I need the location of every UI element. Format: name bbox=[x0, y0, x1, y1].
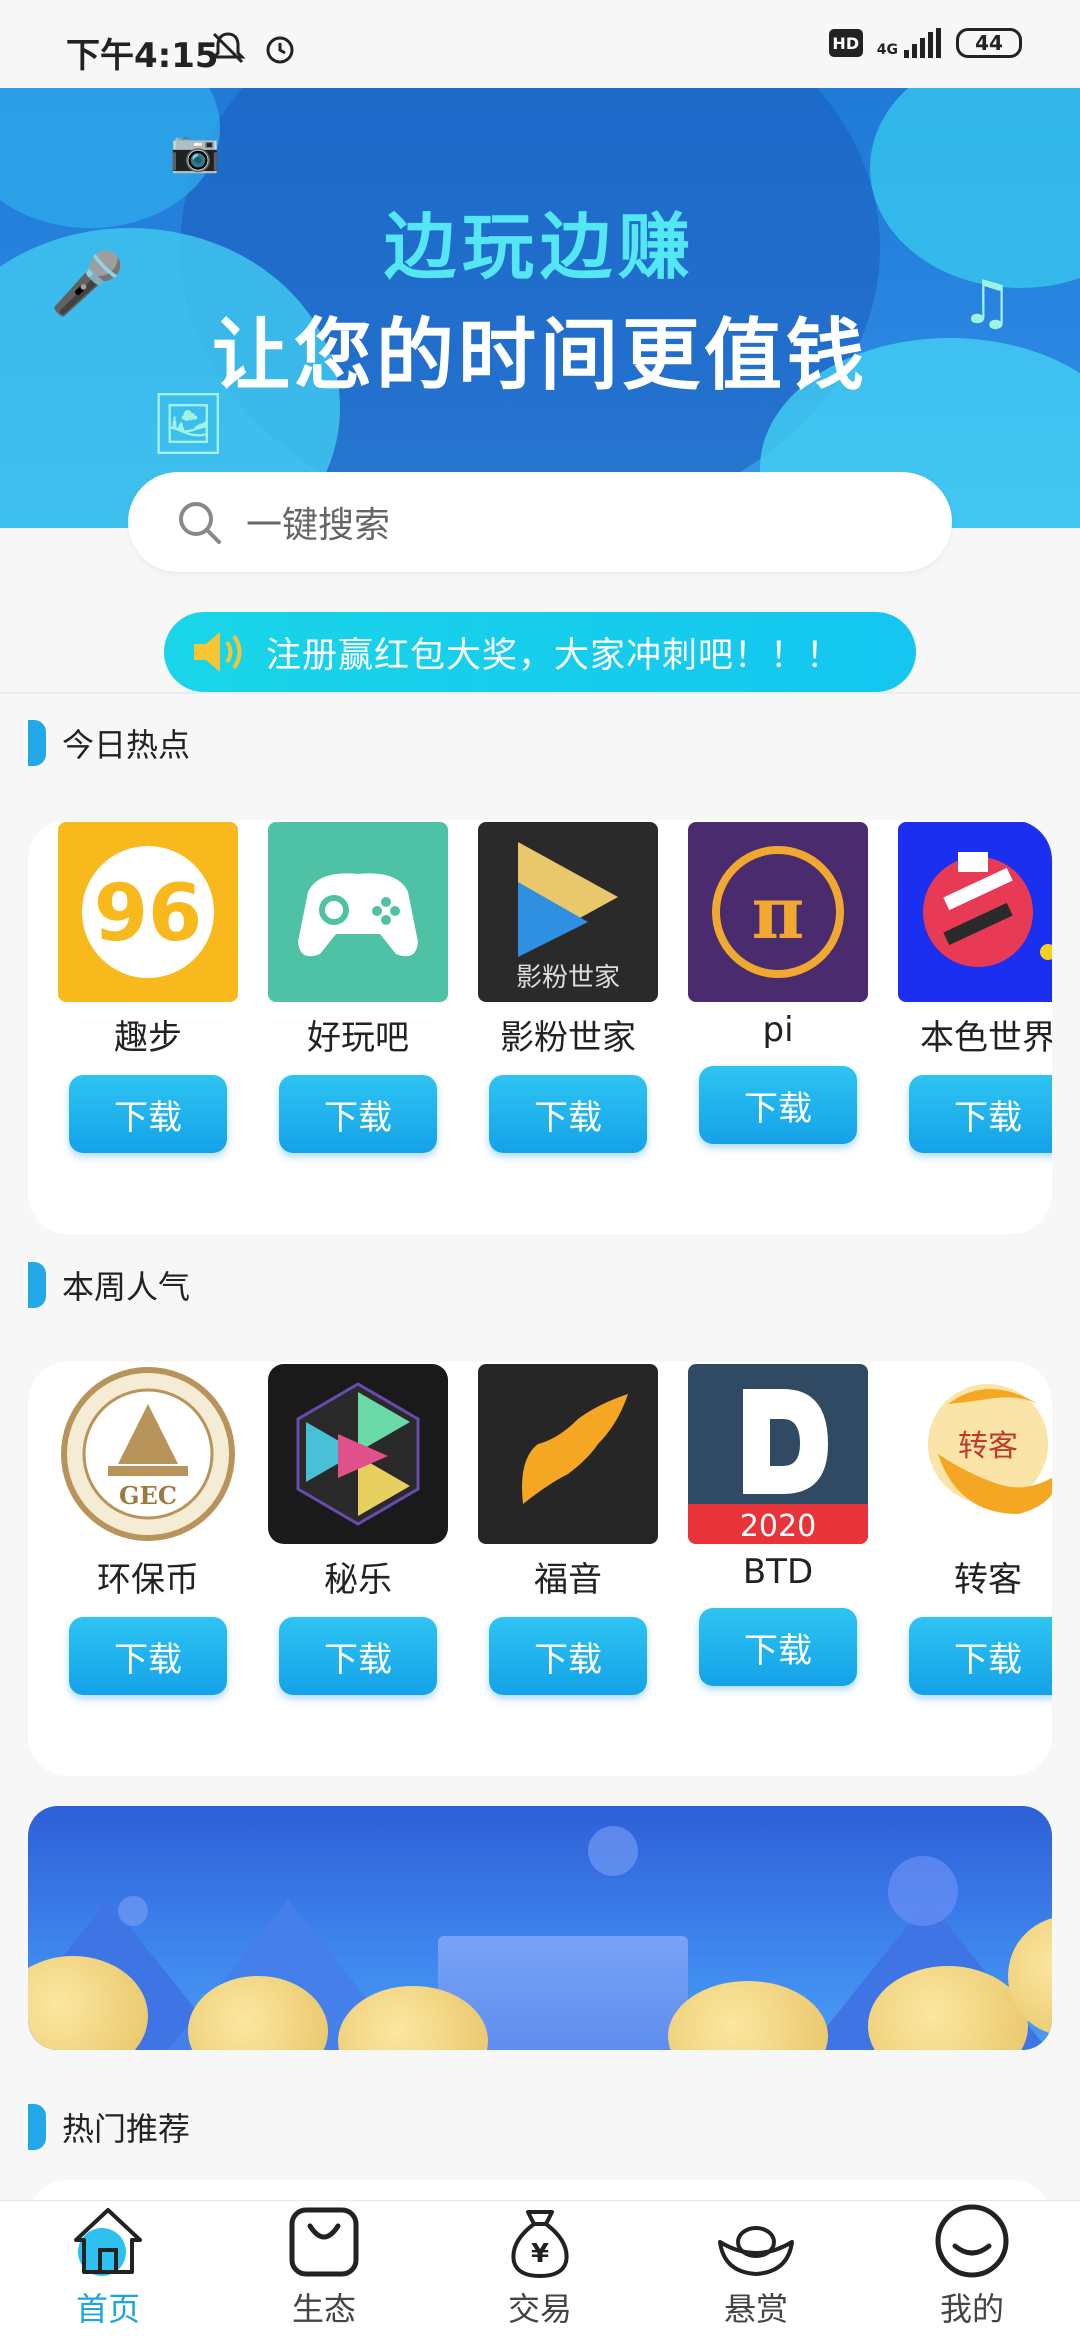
section-title: 本周人气 bbox=[62, 1268, 191, 1306]
app-item[interactable]: 好玩吧 下载 bbox=[268, 822, 448, 1153]
svg-text:转客: 转客 bbox=[958, 1429, 1018, 1464]
battery-icon: 44 bbox=[956, 28, 1022, 58]
app-item[interactable]: 转客 转客 下载 bbox=[898, 1364, 1052, 1695]
section-title: 热门推荐 bbox=[62, 2110, 191, 2148]
svg-text:π: π bbox=[752, 870, 805, 955]
tab-label: 交易 bbox=[507, 2290, 572, 2328]
search-placeholder: 一键搜索 bbox=[246, 505, 391, 546]
download-button[interactable]: 下载 bbox=[489, 1075, 647, 1153]
app-name: 好玩吧 bbox=[307, 1018, 409, 1058]
signal-icon: 4G bbox=[877, 28, 942, 58]
promo-banner[interactable] bbox=[28, 1806, 1052, 2050]
status-time: 下午4:15 bbox=[66, 36, 219, 76]
app-item[interactable]: 秘乐 下载 bbox=[268, 1364, 448, 1695]
app-item[interactable]: 福音 下载 bbox=[478, 1364, 658, 1695]
mile-icon bbox=[268, 1364, 448, 1544]
top-banner[interactable]: 🎤 ♫ 📷 🖼 边玩边赚 让您的时间更值钱 bbox=[0, 88, 1080, 528]
download-button[interactable]: 下载 bbox=[69, 1075, 227, 1153]
app-item[interactable]: 96 趣步 下载 bbox=[58, 822, 238, 1153]
app-name: 影粉世家 bbox=[500, 1018, 636, 1058]
tab-ecology[interactable]: 生态 bbox=[216, 2201, 432, 2340]
svg-text:2020: 2020 bbox=[740, 1509, 816, 1544]
download-button[interactable]: 下载 bbox=[909, 1617, 1052, 1695]
app-name: pi bbox=[762, 1010, 794, 1050]
week-popular-card: GEC 环保币 下载 秘乐 下载 福音 下载 2020 BTD 下载 转客 转客… bbox=[28, 1362, 1052, 1776]
app-item[interactable]: π pi 下载 bbox=[688, 822, 868, 1144]
banner-title-line2: 让您的时间更值钱 bbox=[211, 311, 868, 401]
tab-label: 我的 bbox=[939, 2290, 1004, 2328]
download-button[interactable]: 下载 bbox=[279, 1075, 437, 1153]
app-name: 本色世界 bbox=[920, 1018, 1052, 1058]
money-bag-icon: ¥ bbox=[511, 2210, 569, 2279]
tab-label: 首页 bbox=[75, 2290, 140, 2328]
section-header-week-popular: 本周人气 bbox=[28, 1262, 190, 1308]
notice-text: 注册赢红包大奖，大家冲刺吧！！！ bbox=[266, 635, 843, 676]
tab-trade[interactable]: ¥ 交易 bbox=[432, 2201, 648, 2340]
svg-text:GEC: GEC bbox=[119, 1481, 177, 1510]
tab-label: 生态 bbox=[291, 2290, 356, 2328]
bottom-tab-bar: 首页 生态 ¥ 交易 悬赏 我的 bbox=[0, 2200, 1080, 2340]
download-button[interactable]: 下载 bbox=[69, 1617, 227, 1695]
pi-icon: π bbox=[688, 822, 868, 1002]
app-name: BTD bbox=[742, 1552, 814, 1592]
btd-icon: 2020 bbox=[688, 1364, 868, 1544]
wing-icon bbox=[478, 1364, 658, 1544]
search-icon bbox=[179, 502, 221, 544]
gec-icon: GEC bbox=[58, 1364, 238, 1544]
alarm-icon bbox=[266, 36, 294, 64]
zhuanke-icon: 转客 bbox=[898, 1364, 1052, 1544]
app-item[interactable]: 本色世界 下载 bbox=[898, 822, 1052, 1153]
home-icon bbox=[74, 2208, 142, 2276]
download-button[interactable]: 下载 bbox=[489, 1617, 647, 1695]
speaker-icon bbox=[194, 632, 242, 672]
search-bar[interactable]: 一键搜索 bbox=[128, 472, 952, 572]
status-bar: 下午4:15 HD 4G 44 bbox=[0, 0, 1080, 88]
app-item[interactable]: 影粉世家 影粉世家 下载 bbox=[478, 822, 658, 1153]
today-hot-card: 96 趣步 下载 好玩吧 下载 影粉世家 影粉世家 下载 π pi 下载 本色世… bbox=[28, 820, 1052, 1234]
svg-text:¥: ¥ bbox=[531, 2239, 549, 2269]
mute-bell-icon bbox=[210, 32, 246, 64]
smile-icon bbox=[935, 2204, 1009, 2278]
bag-icon bbox=[289, 2207, 359, 2277]
tab-mine[interactable]: 我的 bbox=[864, 2201, 1080, 2340]
app-name: 环保币 bbox=[97, 1560, 199, 1600]
gamepad-icon bbox=[268, 822, 448, 1002]
app-item[interactable]: GEC 环保币 下载 bbox=[58, 1364, 238, 1695]
banner-title-line1: 边玩边赚 bbox=[383, 205, 696, 289]
hd-icon: HD bbox=[828, 29, 863, 57]
app-name: 趣步 bbox=[114, 1018, 182, 1058]
tab-home[interactable]: 首页 bbox=[0, 2201, 216, 2340]
notice-banner[interactable]: 注册赢红包大奖，大家冲刺吧！！！ bbox=[164, 612, 916, 692]
app-item[interactable]: 2020 BTD 下载 bbox=[688, 1364, 868, 1686]
ingot-icon bbox=[718, 2226, 794, 2276]
app-name: 福音 bbox=[534, 1560, 602, 1600]
play-icon: 影粉世家 bbox=[478, 822, 658, 1002]
svg-text:96: 96 bbox=[94, 869, 203, 959]
section-title: 今日热点 bbox=[62, 726, 191, 764]
app-name: 转客 bbox=[954, 1560, 1022, 1600]
download-button[interactable]: 下载 bbox=[279, 1617, 437, 1695]
download-button[interactable]: 下载 bbox=[699, 1608, 857, 1686]
section-header-today-hot: 今日热点 bbox=[28, 720, 190, 766]
divider bbox=[0, 692, 1080, 694]
download-button[interactable]: 下载 bbox=[699, 1066, 857, 1144]
download-button[interactable]: 下载 bbox=[909, 1075, 1052, 1153]
tab-label: 悬赏 bbox=[723, 2290, 788, 2328]
camera-icon: 📷 bbox=[170, 129, 220, 175]
qubu-icon: 96 bbox=[58, 822, 238, 1002]
bense-icon bbox=[898, 822, 1052, 1002]
section-header-hot-recommend: 热门推荐 bbox=[28, 2104, 190, 2150]
app-name: 秘乐 bbox=[324, 1560, 392, 1600]
tab-reward[interactable]: 悬赏 bbox=[648, 2201, 864, 2340]
